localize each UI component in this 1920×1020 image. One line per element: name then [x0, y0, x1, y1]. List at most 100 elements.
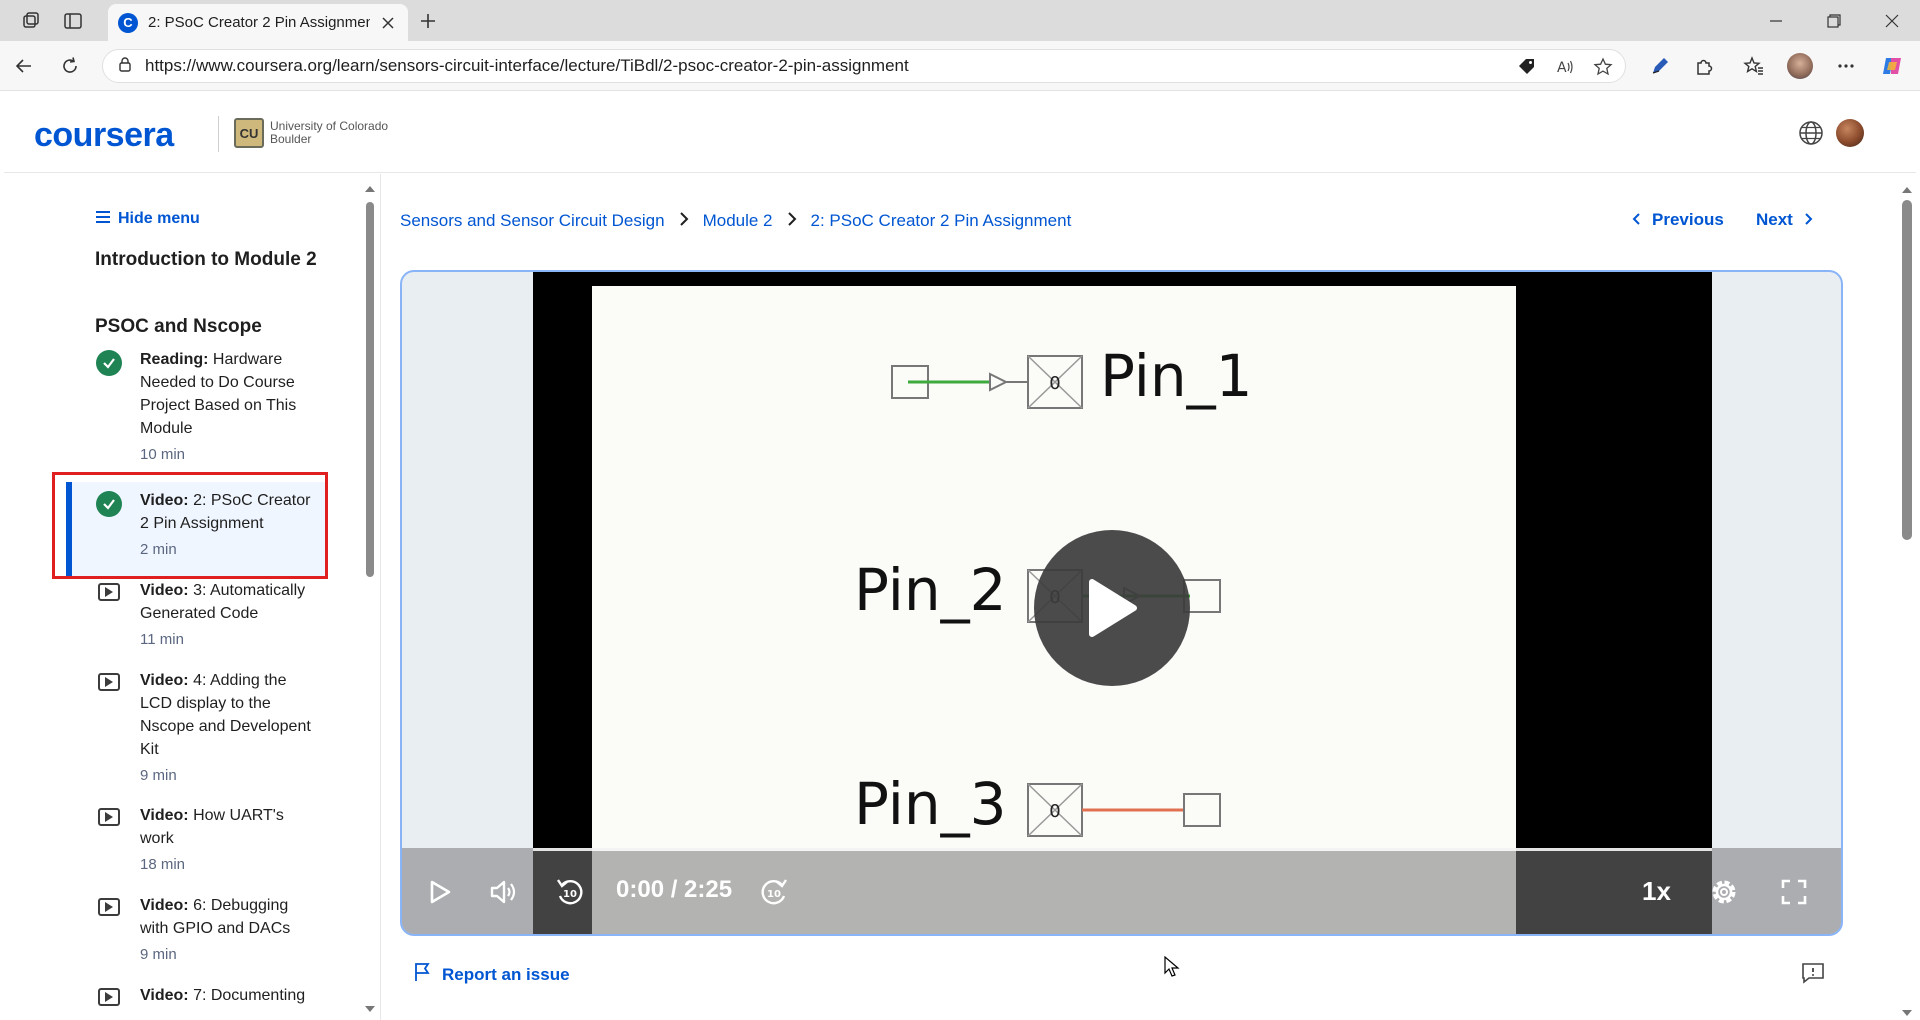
breadcrumb-chevron-icon: [787, 210, 797, 231]
outline-item[interactable]: Video: How UART's work 18 min: [96, 804, 316, 874]
svg-text:10: 10: [767, 889, 781, 900]
notes-feedback-icon[interactable]: [1800, 960, 1826, 986]
item-duration: 2 min: [140, 541, 177, 558]
video-icon: [96, 581, 122, 607]
previous-button[interactable]: Previous: [1632, 210, 1724, 230]
favorite-star-icon[interactable]: [1591, 55, 1615, 79]
item-type: Video:: [140, 987, 189, 1004]
report-issue-label: Report an issue: [442, 964, 570, 984]
sidebar-scrollbar-thumb[interactable]: [366, 202, 374, 577]
breadcrumb: Sensors and Sensor Circuit Design Module…: [400, 210, 1071, 231]
outline-item[interactable]: Video: 3: Automatically Generated Code 11…: [96, 579, 316, 649]
coursera-favicon-icon: C: [118, 12, 138, 33]
outline-item[interactable]: Video: 7: Documenting: [96, 984, 316, 1020]
url-text[interactable]: https://www.coursera.org/learn/sensors-c…: [145, 56, 909, 76]
active-tab[interactable]: C 2: PSoC Creator 2 Pin Assignment: [108, 4, 408, 41]
completed-check-icon: [96, 350, 122, 376]
video-progress-bar[interactable]: [533, 848, 1712, 851]
volume-icon[interactable]: [486, 874, 522, 910]
pin3-label: Pin_3: [854, 770, 1007, 838]
item-type: Video:: [140, 672, 189, 689]
menu-icon: [96, 210, 110, 228]
video-icon: [96, 806, 122, 832]
breadcrumb-course-link[interactable]: Sensors and Sensor Circuit Design: [400, 211, 665, 231]
item-type: Video:: [140, 807, 189, 824]
refresh-icon[interactable]: [56, 52, 84, 80]
extensions-icon[interactable]: [1690, 52, 1718, 80]
site-header: coursera CU University of Colorado Bould…: [4, 92, 1916, 173]
breadcrumb-current-lecture[interactable]: 2: PSoC Creator 2 Pin Assignment: [811, 211, 1072, 231]
mouse-cursor-icon: [1164, 955, 1180, 978]
completed-check-icon: [96, 491, 122, 517]
coupon-tag-icon[interactable]: [1515, 55, 1539, 79]
close-tab-icon[interactable]: [378, 13, 398, 33]
playback-speed-button[interactable]: 1x: [1642, 876, 1671, 907]
back-icon[interactable]: [10, 52, 38, 80]
coursera-page: coursera CU University of Colorado Bould…: [4, 92, 1916, 1020]
rewind-10-icon[interactable]: 10: [552, 874, 588, 910]
vertical-tabs-icon[interactable]: [60, 8, 86, 34]
partner-name-line2: Boulder: [270, 132, 312, 146]
minimize-icon[interactable]: [1748, 0, 1804, 41]
hide-menu-label: Hide menu: [118, 210, 200, 227]
breadcrumb-module-link[interactable]: Module 2: [703, 211, 773, 231]
video-player[interactable]: 0 Pin_1 Pin_2 0 Pin_3 0: [400, 270, 1843, 936]
university-logo[interactable]: CU University of Colorado Boulder: [234, 118, 388, 148]
browser-toolbar: https://www.coursera.org/learn/sensors-c…: [0, 41, 1920, 91]
item-type: Video:: [140, 492, 189, 509]
outline-item-active[interactable]: Video: 2: PSoC Creator 2 Pin Assignment 2…: [96, 489, 316, 569]
next-label: Next: [1756, 210, 1793, 229]
chevron-right-icon: [1805, 210, 1813, 230]
user-avatar[interactable]: [1836, 119, 1864, 147]
language-globe-icon[interactable]: [1798, 120, 1824, 146]
next-button[interactable]: Next: [1756, 210, 1813, 230]
video-icon: [96, 986, 122, 1012]
item-duration: 18 min: [140, 856, 186, 873]
new-tab-button[interactable]: [414, 7, 442, 35]
breadcrumb-chevron-icon: [679, 210, 689, 231]
forward-10-icon[interactable]: 10: [756, 874, 792, 910]
item-type: Video:: [140, 582, 189, 599]
tab-title: 2: PSoC Creator 2 Pin Assignment: [148, 14, 370, 31]
module-title[interactable]: Introduction to Module 2: [95, 247, 325, 272]
settings-gear-icon[interactable]: [1706, 874, 1742, 910]
coursera-logo[interactable]: coursera: [34, 116, 174, 155]
section-title: PSOC and Nscope: [95, 316, 262, 337]
item-duration: 9 min: [140, 767, 177, 784]
outline-item[interactable]: Video: 4: Adding the LCD display to the …: [96, 669, 316, 784]
lock-icon[interactable]: [117, 56, 133, 77]
favorites-icon[interactable]: [1740, 52, 1768, 80]
pin3-value: 0: [1049, 801, 1060, 822]
item-duration: 10 min: [140, 446, 186, 463]
page-scrollbar[interactable]: [1900, 184, 1914, 1018]
read-aloud-icon[interactable]: A: [1553, 55, 1577, 79]
address-bar[interactable]: https://www.coursera.org/learn/sensors-c…: [102, 49, 1626, 83]
outline-item[interactable]: Reading: Hardware Needed to Do Course Pr…: [96, 348, 316, 463]
video-icon: [96, 671, 122, 697]
more-options-icon[interactable]: [1832, 52, 1860, 80]
close-window-icon[interactable]: [1864, 0, 1920, 41]
outline-item[interactable]: Video: 6: Debugging with GPIO and DACs 9 …: [96, 894, 316, 964]
report-issue-link[interactable]: Report an issue: [414, 962, 570, 987]
big-play-button[interactable]: [1034, 530, 1190, 686]
item-title: 7: Documenting: [193, 987, 306, 1004]
flag-icon: [414, 962, 432, 987]
restore-icon[interactable]: [1806, 0, 1862, 41]
browser-tab-strip: C 2: PSoC Creator 2 Pin Assignment: [0, 0, 1920, 41]
pin2-label: Pin_2: [854, 556, 1007, 624]
svg-text:A: A: [1557, 60, 1567, 76]
profile-avatar[interactable]: [1786, 52, 1814, 80]
cu-mark-icon: CU: [234, 118, 264, 148]
video-icon: [96, 896, 122, 922]
play-icon[interactable]: [422, 874, 458, 910]
pen-extension-icon[interactable]: [1646, 52, 1674, 80]
workspaces-icon[interactable]: [18, 8, 44, 34]
item-type: Reading:: [140, 351, 209, 368]
pin1-label: Pin_1: [1100, 342, 1253, 410]
item-duration: 9 min: [140, 946, 177, 963]
fullscreen-icon[interactable]: [1776, 874, 1812, 910]
hide-menu-button[interactable]: Hide menu: [96, 210, 200, 228]
item-duration: 11 min: [140, 631, 184, 648]
copilot-icon[interactable]: [1878, 52, 1906, 80]
pin1-value: 0: [1049, 373, 1060, 394]
